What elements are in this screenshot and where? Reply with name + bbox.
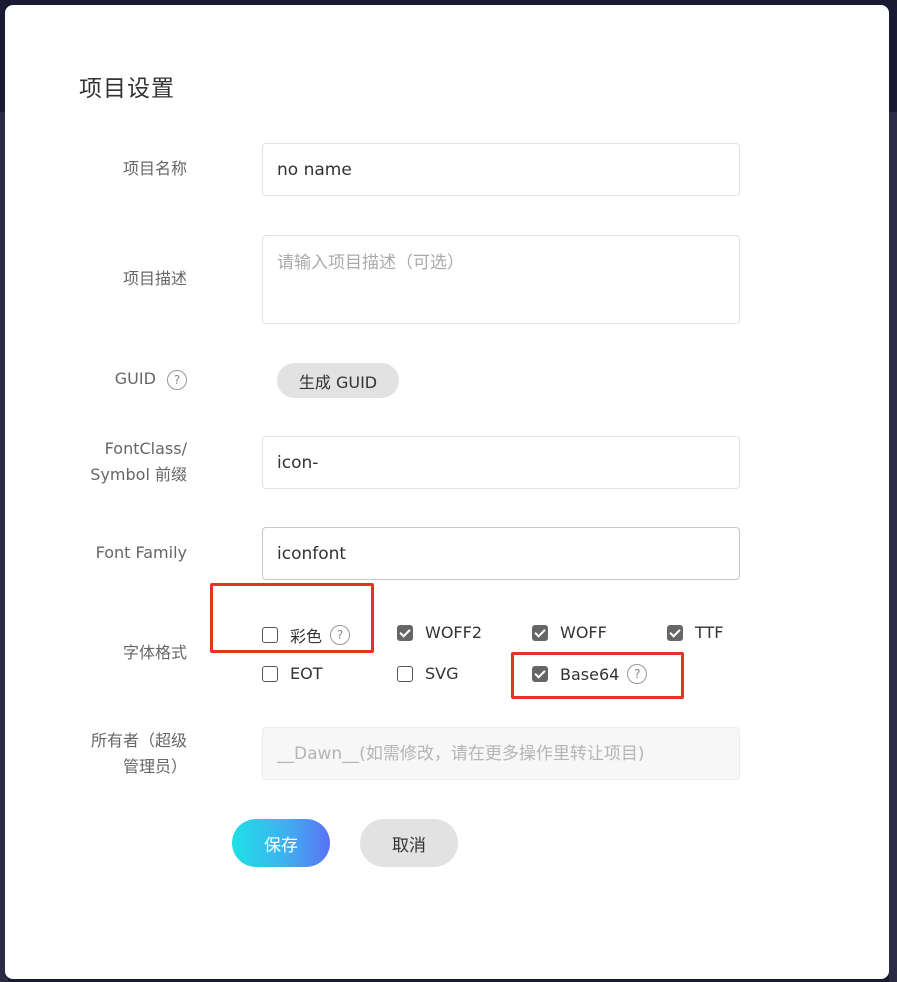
- dialog-title: 项目设置: [79, 76, 175, 102]
- backdrop-right: [889, 112, 897, 982]
- prefix-label: FontClass/ Symbol 前缀: [27, 436, 187, 488]
- checkbox-box: [397, 665, 413, 682]
- cancel-button[interactable]: 取消: [360, 819, 458, 867]
- font-formats-label: 字体格式: [122, 643, 187, 662]
- prefix-label-line1: FontClass/: [104, 439, 187, 458]
- highlight-box-color: [210, 583, 374, 653]
- format-eot-label: EOT: [290, 664, 323, 683]
- check-icon: [534, 625, 546, 638]
- format-woff2-checkbox[interactable]: WOFF2: [397, 623, 482, 642]
- highlight-box-base64: [511, 652, 684, 699]
- format-ttf-label: TTF: [695, 623, 724, 642]
- check-icon: [669, 625, 681, 638]
- format-woff-label: WOFF: [560, 623, 607, 642]
- format-woff-checkbox[interactable]: WOFF: [532, 623, 607, 642]
- format-svg-label: SVG: [425, 664, 459, 683]
- guid-help-icon[interactable]: ?: [167, 369, 187, 390]
- save-button[interactable]: 保存: [232, 819, 330, 867]
- project-description-input[interactable]: [262, 235, 740, 324]
- guid-label: GUID ?: [27, 366, 187, 392]
- generate-guid-button[interactable]: 生成 GUID: [277, 363, 399, 398]
- format-woff2-label: WOFF2: [425, 623, 482, 642]
- project-settings-dialog: 项目设置 项目名称 项目描述 GUID ? 生成 GUID FontClass/…: [5, 5, 889, 979]
- checkbox-box-checked: [667, 624, 683, 641]
- check-icon: [399, 625, 411, 638]
- project-description-label: 项目描述: [122, 269, 187, 288]
- format-ttf-checkbox[interactable]: TTF: [667, 623, 723, 642]
- owner-label-line2: 管理员）: [122, 757, 187, 776]
- font-family-input[interactable]: [262, 527, 740, 580]
- project-name-label: 项目名称: [122, 159, 187, 178]
- format-eot-checkbox[interactable]: EOT: [262, 664, 322, 683]
- owner-label: 所有者（超级 管理员）: [27, 728, 187, 780]
- checkbox-box-checked: [397, 624, 413, 641]
- font-family-label: Font Family: [95, 543, 187, 562]
- owner-label-line1: 所有者（超级: [90, 731, 187, 750]
- format-svg-checkbox[interactable]: SVG: [397, 664, 459, 683]
- owner-input: [262, 727, 740, 780]
- prefix-label-line2: Symbol 前缀: [90, 465, 187, 484]
- checkbox-box: [262, 665, 278, 682]
- guid-label-text: GUID: [114, 369, 156, 388]
- prefix-input[interactable]: [262, 436, 740, 489]
- checkbox-box-checked: [532, 624, 548, 641]
- project-name-input[interactable]: [262, 143, 740, 196]
